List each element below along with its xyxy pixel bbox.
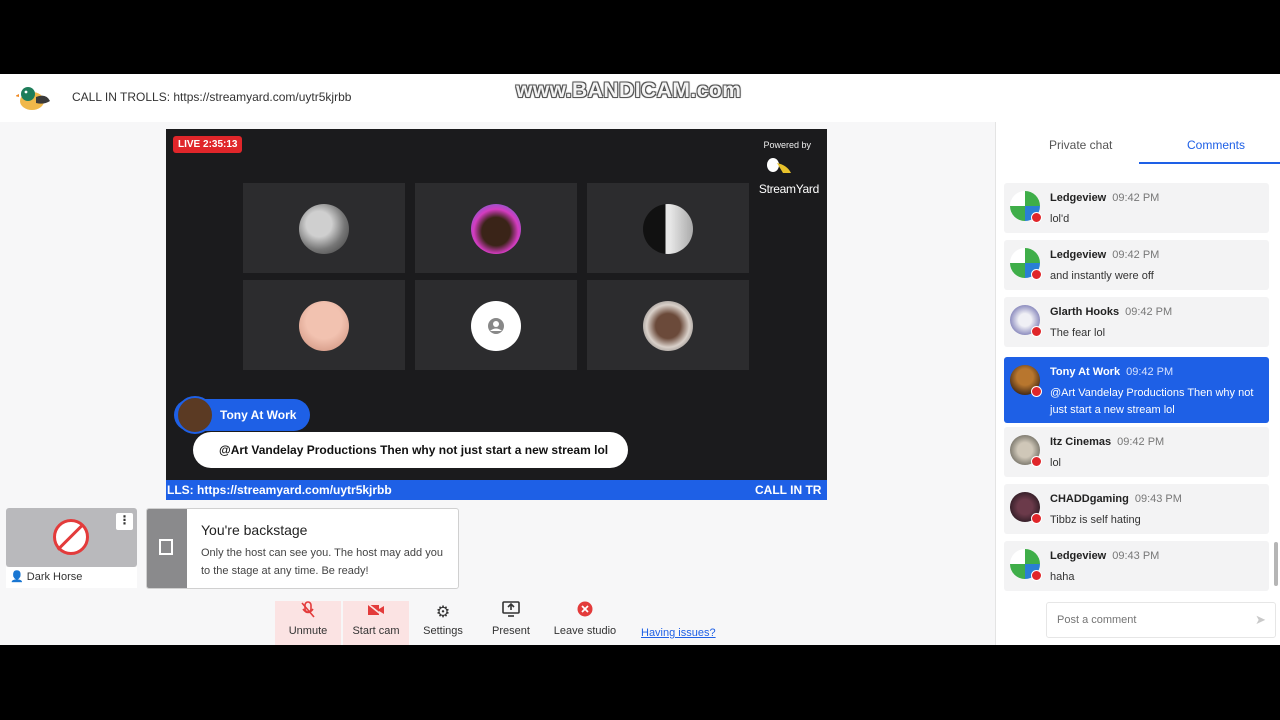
- comment-text: lol'd: [1050, 213, 1070, 225]
- start-cam-button[interactable]: Start cam: [343, 601, 409, 645]
- leave-studio-button[interactable]: Leave studio: [547, 601, 623, 645]
- participant-tile-2: [415, 183, 577, 273]
- comment-author: Ledgeview 09:43 PM: [1050, 550, 1160, 562]
- backstage-self-tile[interactable]: ⋮: [6, 508, 137, 567]
- youtube-badge-icon: [1031, 269, 1042, 280]
- comment-item: Ledgeview 09:42 PM and instantly were off: [1004, 240, 1269, 290]
- present-button[interactable]: Present: [481, 601, 541, 645]
- self-name: Dark Horse: [26, 571, 83, 583]
- more-options-icon[interactable]: ⋮: [116, 513, 133, 530]
- top-bar: CALL IN TROLLS: https://streamyard.com/u…: [0, 74, 1280, 122]
- duck-logo-icon: [16, 87, 50, 110]
- comment-text: @Art Vandelay Productions Then why not j…: [1050, 387, 1254, 416]
- tab-private-chat[interactable]: Private chat: [1049, 138, 1112, 152]
- tab-comments[interactable]: Comments: [1187, 138, 1245, 152]
- comment-item: Itz Cinemas 09:42 PM lol: [1004, 427, 1269, 477]
- ticker-text-right: CALL IN TR: [755, 483, 822, 497]
- comment-text: haha: [1050, 571, 1075, 583]
- settings-label: Settings: [423, 625, 463, 637]
- comment-input-box[interactable]: ➤: [1046, 602, 1276, 638]
- start-cam-label: Start cam: [352, 625, 400, 637]
- featured-comment-text: @Art Vandelay Productions Then why not j…: [193, 432, 629, 468]
- gear-icon: ⚙: [435, 604, 451, 621]
- youtube-badge-icon: [1031, 513, 1042, 524]
- stage-ticker: LLS: https://streamyard.com/uytr5kjrbb C…: [166, 480, 827, 500]
- live-badge: LIVE 2:35:13: [173, 136, 243, 153]
- featured-author-avatar: [176, 396, 214, 434]
- send-icon[interactable]: ➤: [1255, 612, 1269, 627]
- participant-avatar: [471, 204, 521, 254]
- unmute-button[interactable]: Unmute: [275, 601, 341, 645]
- comment-time: 09:43 PM: [1134, 493, 1182, 505]
- participant-tile-6: [587, 280, 749, 370]
- participant-avatar: [643, 301, 693, 351]
- close-circle-icon: [547, 601, 623, 625]
- camera-off-icon: [343, 601, 409, 625]
- comment-item: CHADDgaming 09:43 PM Tibbz is self hating: [1004, 484, 1269, 534]
- participant-avatar: [643, 204, 693, 254]
- active-tab-indicator: [1139, 162, 1280, 164]
- comment-text: The fear lol: [1050, 327, 1106, 339]
- self-name-label: 👤 Dark Horse: [6, 567, 137, 588]
- participant-avatar: [299, 301, 349, 351]
- comment-item: Ledgeview 09:42 PM lol'd: [1004, 183, 1269, 233]
- youtube-badge-icon: [1031, 570, 1042, 581]
- comment-author: Tony At Work 09:42 PM: [1050, 366, 1174, 378]
- participant-tile-4: [243, 280, 405, 370]
- having-issues-link[interactable]: Having issues?: [641, 627, 716, 639]
- broadcast-stage: LIVE 2:35:13 Powered by StreamYard Tony …: [166, 129, 827, 500]
- control-bar: Unmute Start cam ⚙ Settings Present Leav…: [275, 601, 627, 645]
- ticker-text-left: LLS: https://streamyard.com/uytr5kjrbb: [167, 483, 392, 497]
- user-icon: 👤: [10, 571, 24, 583]
- comment-time: 09:42 PM: [1112, 249, 1160, 261]
- comment-author: Ledgeview 09:42 PM: [1050, 192, 1160, 204]
- comment-time: 09:42 PM: [1112, 192, 1160, 204]
- youtube-badge-icon: [1031, 212, 1042, 223]
- comment-item: Ledgeview 09:43 PM haha: [1004, 541, 1269, 591]
- door-icon: [159, 539, 173, 555]
- comment-author: CHADDgaming 09:43 PM: [1050, 493, 1182, 505]
- present-screen-icon: [481, 601, 541, 625]
- youtube-badge-icon: [1031, 456, 1042, 467]
- settings-button[interactable]: ⚙ Settings: [413, 601, 473, 645]
- comment-text: lol: [1050, 457, 1062, 469]
- leave-studio-label: Leave studio: [553, 625, 617, 637]
- comment-item: Glarth Hooks 09:42 PM The fear lol: [1004, 297, 1269, 347]
- bandicam-watermark: www.BANDICAM.com: [516, 79, 742, 102]
- comment-author: Glarth Hooks 09:42 PM: [1050, 306, 1173, 318]
- studio-screen: CALL IN TROLLS: https://streamyard.com/u…: [0, 74, 1280, 645]
- call-in-link[interactable]: CALL IN TROLLS: https://streamyard.com/u…: [72, 90, 351, 104]
- participant-avatar: [299, 204, 349, 254]
- chat-scrollbar[interactable]: [1274, 542, 1278, 586]
- default-user-icon: [471, 301, 521, 351]
- chat-panel: Private chat Comments Ledgeview 09:42 PM …: [995, 122, 1280, 645]
- backstage-notice: You're backstage Only the host can see y…: [146, 508, 459, 589]
- comment-time: 09:42 PM: [1126, 366, 1174, 378]
- youtube-badge-icon: [1031, 386, 1042, 397]
- comment-time: 09:43 PM: [1112, 550, 1160, 562]
- notice-side: [147, 509, 187, 588]
- powered-by-label: Powered by: [763, 140, 811, 150]
- comment-author: Ledgeview 09:42 PM: [1050, 249, 1160, 261]
- comment-input[interactable]: [1047, 603, 1237, 637]
- comment-author: Itz Cinemas 09:42 PM: [1050, 436, 1165, 448]
- notice-body: Only the host can see you. The host may …: [201, 547, 443, 577]
- comment-text: and instantly were off: [1050, 270, 1154, 282]
- unmute-label: Unmute: [288, 625, 328, 637]
- comment-text: Tibbz is self hating: [1050, 514, 1141, 526]
- youtube-badge-icon: [1031, 326, 1042, 337]
- comment-item-highlighted[interactable]: Tony At Work 09:42 PM @Art Vandelay Produ…: [1004, 357, 1269, 423]
- camera-off-icon: [53, 519, 89, 555]
- participant-tile-1: [243, 183, 405, 273]
- comment-time: 09:42 PM: [1117, 436, 1165, 448]
- comment-time: 09:42 PM: [1125, 306, 1173, 318]
- participant-tile-5: [415, 280, 577, 370]
- mic-off-icon: [275, 601, 341, 625]
- notice-title: You're backstage: [201, 522, 308, 538]
- participant-tile-3: [587, 183, 749, 273]
- present-label: Present: [492, 625, 530, 637]
- streamyard-brand: StreamYard: [758, 182, 819, 196]
